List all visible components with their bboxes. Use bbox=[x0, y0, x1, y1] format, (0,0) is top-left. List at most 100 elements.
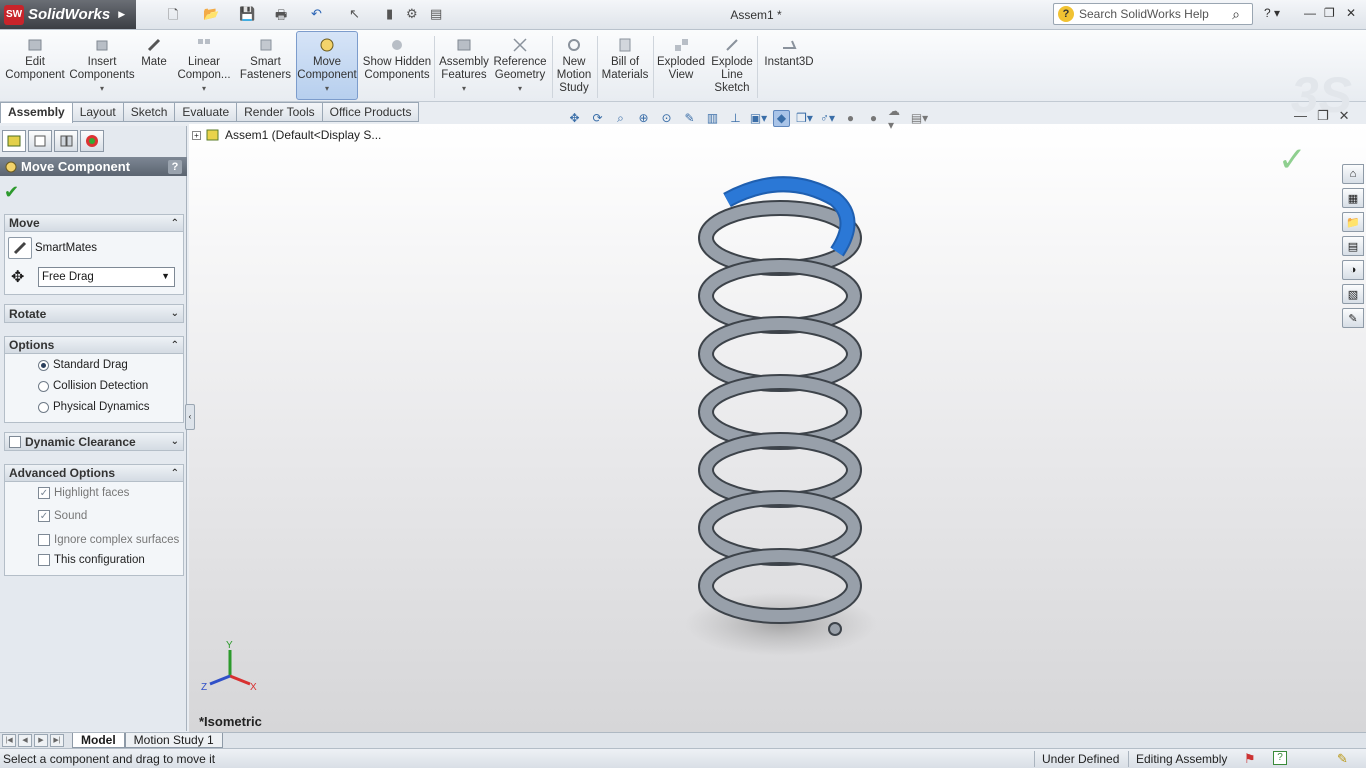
spring-model[interactable] bbox=[189, 124, 1366, 732]
move-group-header[interactable]: Move ⌃ bbox=[5, 215, 183, 232]
panel-collapse-handle[interactable]: ‹ bbox=[185, 404, 195, 430]
section-view-icon[interactable]: ✎ bbox=[681, 110, 698, 127]
design-library-icon[interactable]: ▦ bbox=[1342, 188, 1364, 208]
expand-icon[interactable]: ⌄ bbox=[171, 436, 179, 447]
instant3d-button[interactable]: Instant3D bbox=[761, 32, 817, 100]
viewport-restore-button[interactable]: ❐ bbox=[1317, 108, 1329, 124]
bill-of-materials-button[interactable]: Bill of Materials bbox=[600, 32, 650, 100]
chevron-down-icon[interactable]: ▼ bbox=[161, 271, 170, 281]
physical-dynamics-radio[interactable]: Physical Dynamics bbox=[38, 401, 150, 413]
dropdown-icon[interactable]: ▾ bbox=[100, 82, 104, 95]
expand-icon[interactable]: + bbox=[192, 130, 201, 140]
hide-show-icon[interactable]: ❒▾ bbox=[796, 110, 813, 127]
collision-detection-radio[interactable]: Collision Detection bbox=[38, 380, 148, 392]
help-status-icon[interactable]: ? bbox=[1273, 751, 1287, 765]
this-configuration-checkbox[interactable]: This configuration bbox=[38, 554, 145, 566]
tab-model[interactable]: Model bbox=[72, 733, 125, 748]
previous-view-icon[interactable]: ⊙ bbox=[658, 110, 675, 127]
expand-icon[interactable]: ⌄ bbox=[171, 308, 179, 319]
dropdown-icon[interactable]: ▾ bbox=[325, 82, 329, 95]
pan-icon[interactable]: ✥ bbox=[566, 110, 583, 127]
dynamic-clearance-checkbox[interactable] bbox=[9, 435, 21, 448]
mate-button[interactable]: Mate bbox=[138, 32, 170, 100]
highlight-faces-checkbox[interactable]: ✓ Highlight faces bbox=[38, 487, 129, 499]
collapse-icon[interactable]: ⌃ bbox=[171, 468, 179, 479]
shadows-icon[interactable]: ☁▾ bbox=[888, 104, 905, 132]
sound-checkbox[interactable]: ✓ Sound bbox=[38, 510, 87, 522]
restore-button[interactable]: ❐ bbox=[1324, 6, 1335, 20]
edit-appearance-icon[interactable]: ♂▾ bbox=[819, 110, 836, 127]
display-style-icon[interactable]: ▣▾ bbox=[750, 110, 767, 127]
search-icon[interactable]: ⌕ bbox=[1232, 6, 1240, 23]
view-settings-icon[interactable]: ▤▾ bbox=[911, 110, 928, 127]
checked-icon[interactable]: ✓ bbox=[38, 510, 50, 522]
ignore-complex-surfaces-checkbox[interactable]: Ignore complex surfaces bbox=[38, 534, 179, 546]
smart-fasteners-button[interactable]: Smart Fasteners bbox=[238, 32, 293, 100]
collapse-icon[interactable]: ⌃ bbox=[171, 218, 179, 229]
graphics-area[interactable] bbox=[189, 124, 1366, 732]
ok-button[interactable]: ✔ bbox=[4, 182, 19, 203]
appearances-icon[interactable]: ◑ bbox=[1342, 260, 1364, 280]
help-button[interactable]: ? bbox=[168, 159, 182, 174]
property-manager-tab-icon[interactable] bbox=[28, 130, 52, 152]
radio-icon[interactable] bbox=[38, 380, 49, 392]
tab-layout[interactable]: Layout bbox=[72, 102, 124, 122]
feature-manager-tab-icon[interactable] bbox=[2, 130, 26, 152]
solidworks-forum-icon[interactable]: ✎ bbox=[1342, 308, 1364, 328]
dropdown-icon[interactable]: ▾ bbox=[518, 82, 522, 95]
confirmation-corner-check-icon[interactable]: ✓ bbox=[1278, 140, 1307, 180]
search-help-box[interactable]: ? Search SolidWorks Help ⌕ bbox=[1053, 3, 1253, 25]
view-orientation-icon[interactable]: ⊥ bbox=[727, 110, 744, 127]
file-explorer-icon[interactable]: 📁 bbox=[1342, 212, 1364, 232]
prev-tab-arrow-icon[interactable]: ◀ bbox=[18, 734, 32, 747]
tag-status-icon[interactable]: ✎ bbox=[1337, 751, 1348, 767]
minimize-button[interactable]: — bbox=[1304, 6, 1316, 20]
collapse-icon[interactable]: ⌃ bbox=[171, 340, 179, 351]
explode-line-sketch-button[interactable]: Explode Line Sketch bbox=[709, 32, 755, 100]
view-palette-icon[interactable]: ▤ bbox=[1342, 236, 1364, 256]
options-group-header[interactable]: Options ⌃ bbox=[5, 337, 183, 354]
tab-motion-study-1[interactable]: Motion Study 1 bbox=[124, 733, 223, 748]
apply-scene-icon[interactable]: ● bbox=[842, 110, 859, 127]
last-tab-arrow-icon[interactable]: ▶| bbox=[50, 734, 64, 747]
viewport-minimize-button[interactable]: — bbox=[1294, 108, 1307, 124]
tab-office-products[interactable]: Office Products bbox=[322, 102, 420, 122]
custom-properties-icon[interactable]: ▧ bbox=[1342, 284, 1364, 304]
dropdown-icon[interactable]: ▾ bbox=[202, 82, 206, 95]
edit-component-button[interactable]: Edit Component bbox=[4, 32, 66, 100]
help-icon[interactable]: ? ▾ bbox=[1264, 6, 1280, 20]
show-hidden-components-button[interactable]: Show Hidden Components bbox=[362, 32, 432, 100]
checkbox-icon[interactable] bbox=[38, 534, 50, 546]
reference-geometry-button[interactable]: Reference Geometry ▾ bbox=[492, 32, 548, 100]
rotate-view-icon[interactable]: ⟳ bbox=[589, 110, 606, 127]
assembly-features-button[interactable]: Assembly Features ▾ bbox=[438, 32, 490, 100]
search-input[interactable]: Search SolidWorks Help bbox=[1079, 7, 1232, 21]
linear-pattern-button[interactable]: Linear Compon... ▾ bbox=[174, 32, 234, 100]
standard-drag-radio[interactable]: Standard Drag bbox=[38, 359, 128, 371]
dynamic-annotation-icon[interactable]: ▥ bbox=[704, 110, 721, 127]
radio-icon[interactable] bbox=[38, 401, 49, 413]
display-manager-tab-icon[interactable] bbox=[80, 130, 104, 152]
insert-components-button[interactable]: Insert Components ▾ bbox=[69, 32, 135, 100]
tab-render-tools[interactable]: Render Tools bbox=[237, 102, 323, 122]
advanced-options-header[interactable]: Advanced Options ⌃ bbox=[5, 465, 183, 482]
zoom-area-icon[interactable]: ⊕ bbox=[635, 110, 652, 127]
checkbox-icon[interactable] bbox=[38, 554, 50, 566]
configuration-manager-tab-icon[interactable] bbox=[54, 130, 78, 152]
exploded-view-button[interactable]: Exploded View bbox=[656, 32, 706, 100]
dropdown-icon[interactable]: ▾ bbox=[462, 82, 466, 95]
home-icon[interactable]: ⌂ bbox=[1342, 164, 1364, 184]
smartmates-button[interactable] bbox=[8, 237, 32, 259]
next-tab-arrow-icon[interactable]: ▶ bbox=[34, 734, 48, 747]
tree-root-label[interactable]: Assem1 (Default<Display S... bbox=[225, 128, 381, 142]
first-tab-arrow-icon[interactable]: |◀ bbox=[2, 734, 16, 747]
radio-selected-icon[interactable] bbox=[38, 359, 49, 371]
viewport-close-button[interactable]: ✕ bbox=[1339, 108, 1350, 124]
dynamic-clearance-header[interactable]: Dynamic Clearance ⌄ bbox=[5, 433, 183, 450]
tab-sketch[interactable]: Sketch bbox=[123, 102, 176, 122]
realview-icon[interactable]: ● bbox=[865, 110, 882, 127]
rotate-group-header[interactable]: Rotate ⌄ bbox=[5, 305, 183, 322]
zoom-to-fit-icon[interactable]: ⌕ bbox=[612, 110, 629, 127]
tab-assembly[interactable]: Assembly bbox=[0, 102, 73, 123]
move-component-button[interactable]: Move Component ▾ bbox=[296, 31, 358, 100]
